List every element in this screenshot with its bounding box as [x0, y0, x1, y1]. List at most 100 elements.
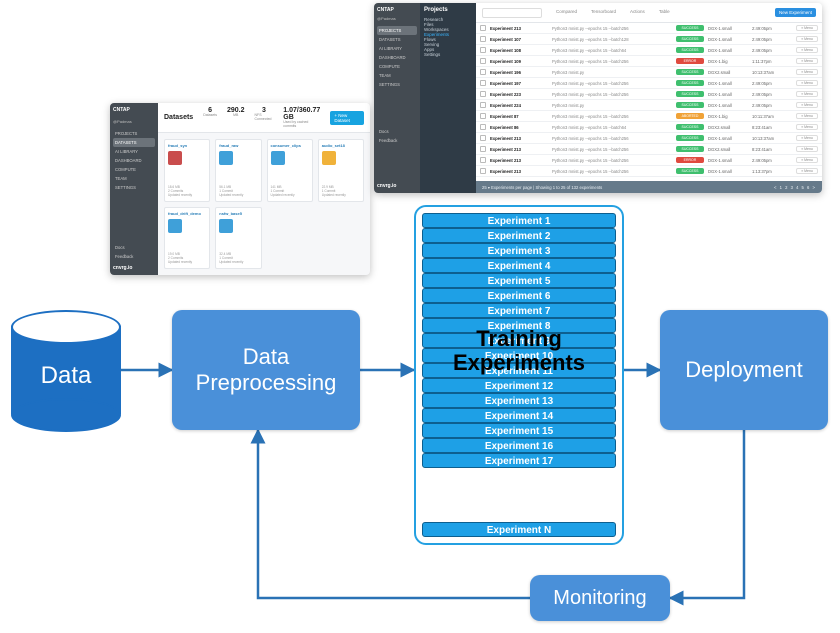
- ex-nav-item[interactable]: COMPUTE: [377, 62, 417, 71]
- experiment-row[interactable]: Experiment 213Python3 mnist.py --epochs …: [476, 23, 822, 34]
- experiment-row[interactable]: Experiment 213Python3 mnist.py --epochs …: [476, 144, 822, 155]
- row-menu-button[interactable]: ≡ Menu: [796, 47, 818, 53]
- row-checkbox[interactable]: [480, 113, 486, 119]
- footer-left: 25 ▾ Experiments per page | Showing 1 to…: [482, 185, 602, 190]
- ex-nav-item[interactable]: AI LIBRARY: [377, 44, 417, 53]
- dataset-card[interactable]: fraud_syn18.6 MB2 CommitsUpdated recentl…: [164, 139, 210, 202]
- search-input[interactable]: [482, 8, 542, 18]
- ex-footer-link[interactable]: Feedback: [377, 136, 417, 145]
- dataset-card[interactable]: nsfw_base532.4 MB1 CommitUpdated recentl…: [215, 207, 261, 270]
- dataset-card[interactable]: consumer_clips141 MB1 CommitUpdated rece…: [267, 139, 313, 202]
- row-menu-button[interactable]: ≡ Menu: [796, 124, 818, 130]
- ex-subnav-item[interactable]: Settings: [424, 52, 472, 57]
- dataset-card[interactable]: fraud_drift_demo19.0 MB2 CommitsUpdated …: [164, 207, 210, 270]
- row-checkbox[interactable]: [480, 58, 486, 64]
- row-status: ERROR: [676, 157, 704, 163]
- row-checkbox[interactable]: [480, 146, 486, 152]
- new-dataset-button[interactable]: + New Dataset: [330, 111, 364, 125]
- row-checkbox[interactable]: [480, 69, 486, 75]
- experiment-bar: Experiment 4: [422, 258, 616, 273]
- experiment-row[interactable]: Experiment 213Python3 mnist.py --epochs …: [476, 133, 822, 144]
- dataset-card[interactable]: fraud_raw56.1 MB1 CommitUpdated recently: [215, 139, 261, 202]
- experiment-bar: Experiment 2: [422, 228, 616, 243]
- ds-nav-item[interactable]: DASHBOARD: [113, 156, 155, 165]
- row-command: Python3 mnist.py --epochs 15 --batch256: [552, 92, 672, 97]
- row-time: 2:49:05pm: [752, 48, 792, 53]
- row-checkbox[interactable]: [480, 91, 486, 97]
- row-menu-button[interactable]: ≡ Menu: [796, 58, 818, 64]
- ex-nav-item[interactable]: DATASETS: [377, 35, 417, 44]
- row-checkbox[interactable]: [480, 80, 486, 86]
- row-command: Python3 mnist.py --epochs 15 --batch64: [552, 48, 672, 53]
- ds-nav-item[interactable]: DATASETS: [113, 138, 155, 147]
- row-name: Experiment 213: [490, 158, 548, 163]
- experiment-row[interactable]: Experiment 197 Python3 mnist.py --epochs …: [476, 78, 822, 89]
- row-name: Experiment 197: [490, 81, 548, 86]
- row-menu-button[interactable]: ≡ Menu: [796, 36, 818, 42]
- ds-footer-link[interactable]: Feedback: [113, 252, 155, 261]
- row-status: SUCCESS: [676, 69, 704, 75]
- ds-nav-item[interactable]: PROJECTS: [113, 129, 155, 138]
- ex-nav-item[interactable]: SETTINGS: [377, 80, 417, 89]
- row-menu-button[interactable]: ≡ Menu: [796, 146, 818, 152]
- ex-nav-item[interactable]: DASHBOARD: [377, 53, 417, 62]
- new-experiment-button[interactable]: New Experiment: [775, 8, 816, 17]
- row-menu-button[interactable]: ≡ Menu: [796, 168, 818, 174]
- row-menu-button[interactable]: ≡ Menu: [796, 80, 818, 86]
- experiment-bar: Experiment 9: [422, 333, 616, 348]
- row-command: Python3 mnist.py --epochs 15 --batch64: [552, 125, 672, 130]
- experiment-row[interactable]: Experiment 213 Python3 mnist.py --epochs …: [476, 155, 822, 166]
- row-checkbox[interactable]: [480, 25, 486, 31]
- experiment-row[interactable]: Experiment 107Python3 mnist.py --epochs …: [476, 34, 822, 45]
- row-name: Experiment 196: [490, 70, 548, 75]
- row-menu-button[interactable]: ≡ Menu: [796, 113, 818, 119]
- ds-nav-item[interactable]: SETTINGS: [113, 183, 155, 192]
- row-menu-button[interactable]: ≡ Menu: [796, 102, 818, 108]
- row-command: Python3 mnist.py --epochs 15 --batch128: [552, 37, 672, 42]
- row-command: Python3 mnist.py --epochs 15 --batch256: [552, 158, 672, 163]
- row-command: Python3 mnist.py --epochs 15 --batch256: [552, 81, 672, 86]
- row-time: 2:49:05pm: [752, 26, 792, 31]
- ds-nav-item[interactable]: TEAM: [113, 174, 155, 183]
- ex-table-footer: 25 ▾ Experiments per page | Showing 1 to…: [476, 181, 822, 193]
- experiment-row[interactable]: Experiment 86Python3 mnist.py --epochs 1…: [476, 122, 822, 133]
- row-menu-button[interactable]: ≡ Menu: [796, 69, 818, 75]
- row-checkbox[interactable]: [480, 36, 486, 42]
- row-checkbox[interactable]: [480, 47, 486, 53]
- row-checkbox[interactable]: [480, 168, 486, 174]
- row-checkbox[interactable]: [480, 102, 486, 108]
- row-instance: DGX-1.small: [708, 103, 748, 108]
- experiment-row[interactable]: Experiment 223 Python3 mnist.py --epochs …: [476, 89, 822, 100]
- row-checkbox[interactable]: [480, 157, 486, 163]
- ds-footer-link[interactable]: Docs: [113, 243, 155, 252]
- row-time: 2:49:05pm: [752, 158, 792, 163]
- row-menu-button[interactable]: ≡ Menu: [796, 157, 818, 163]
- experiment-row[interactable]: Experiment 224Python3 mnist.pySUCCESSDGX…: [476, 100, 822, 111]
- ds-user: @Padmas: [113, 119, 155, 124]
- dataset-card[interactable]: audio_set1822.9 MB1 CommitUpdated recent…: [318, 139, 364, 202]
- row-menu-button[interactable]: ≡ Menu: [796, 135, 818, 141]
- row-menu-button[interactable]: ≡ Menu: [796, 25, 818, 31]
- ds-nav-item[interactable]: COMPUTE: [113, 165, 155, 174]
- tensorboard-label[interactable]: Tensorboard: [591, 10, 616, 15]
- ex-nav-item[interactable]: TEAM: [377, 71, 417, 80]
- experiment-row[interactable]: Experiment 109Python3 mnist.py --epochs …: [476, 56, 822, 67]
- ex-footer-link[interactable]: Docs: [377, 127, 417, 136]
- experiment-row[interactable]: Experiment 196Python3 mnist.pySUCCESSDGX…: [476, 67, 822, 78]
- row-menu-button[interactable]: ≡ Menu: [796, 91, 818, 97]
- experiment-row[interactable]: Experiment 87Python3 mnist.py --epochs 1…: [476, 111, 822, 122]
- experiment-bar: Experiment 13: [422, 393, 616, 408]
- row-checkbox[interactable]: [480, 135, 486, 141]
- row-checkbox[interactable]: [480, 124, 486, 130]
- ds-nav-item[interactable]: AI LIBRARY: [113, 147, 155, 156]
- footer-pagination[interactable]: < 1 2 3 4 5 6 >: [774, 185, 816, 190]
- compared-label[interactable]: Compared: [556, 10, 577, 15]
- row-name: Experiment 223: [490, 92, 548, 97]
- ex-nav-item[interactable]: PROJECTS: [377, 26, 417, 35]
- table-label[interactable]: Table: [659, 10, 670, 15]
- experiment-row[interactable]: Experiment 108Python3 mnist.py --epochs …: [476, 45, 822, 56]
- actions-label[interactable]: Actions: [630, 10, 645, 15]
- experiment-row[interactable]: Experiment 213Python3 mnist.py --epochs …: [476, 166, 822, 177]
- row-time: 1:11:37pm: [752, 59, 792, 64]
- row-status: SUCCESS: [676, 124, 704, 130]
